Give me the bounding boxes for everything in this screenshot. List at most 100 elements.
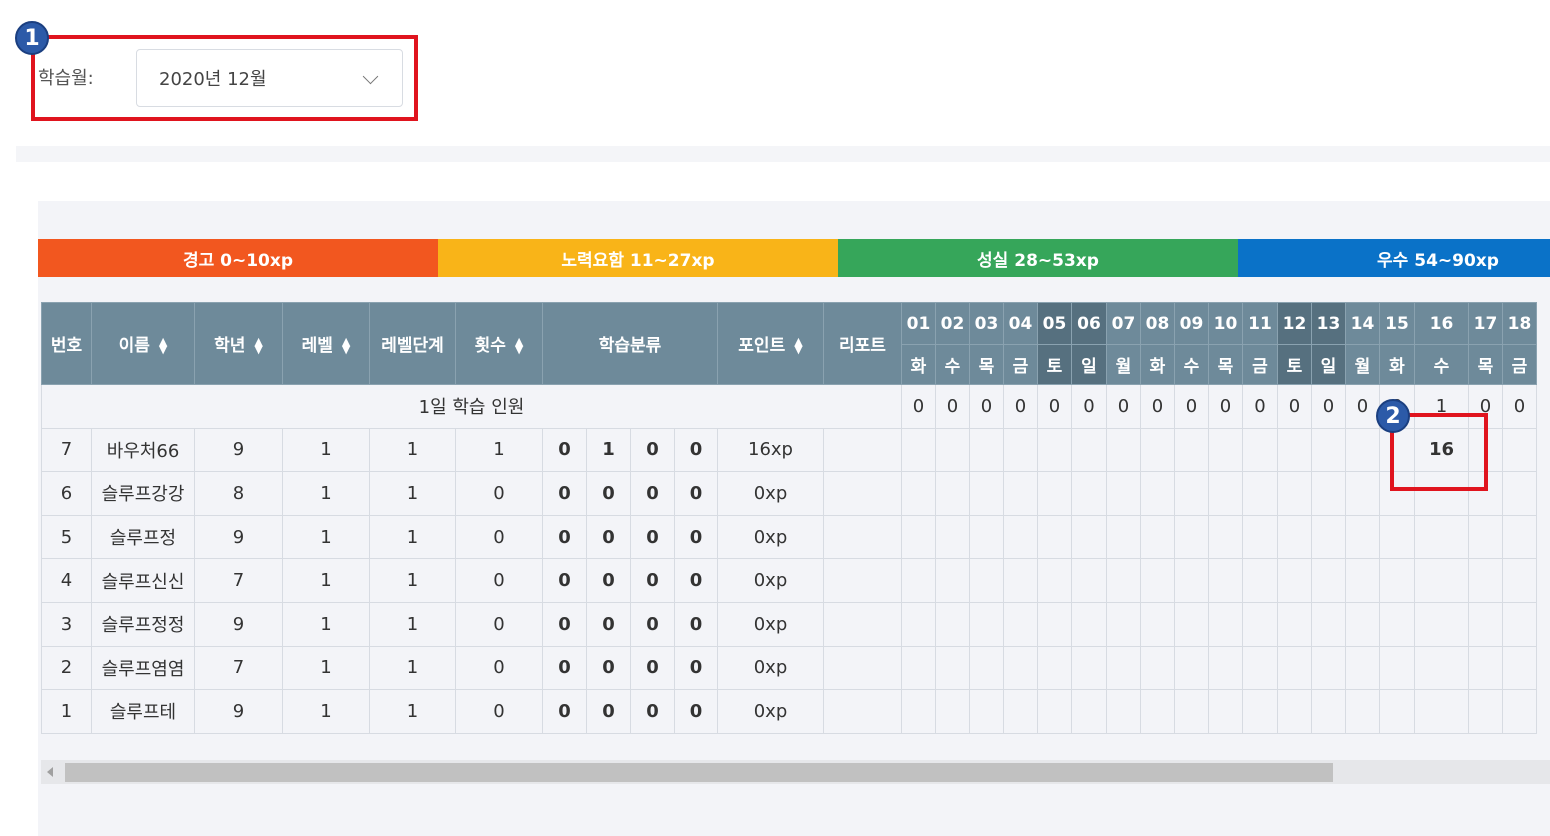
row-points: 0xp xyxy=(717,471,824,516)
row-level: 1 xyxy=(282,601,370,647)
day-cell xyxy=(1003,601,1038,647)
day-cell xyxy=(1277,558,1312,603)
header-name-label: 이름 xyxy=(118,336,150,356)
day-cell xyxy=(1208,645,1243,691)
category-cell: 0 xyxy=(542,689,587,734)
daily-count-cell: 0 xyxy=(1037,384,1072,429)
student-name-link[interactable]: 슬루프신신 xyxy=(91,558,195,603)
day-cell xyxy=(935,601,970,647)
header-name[interactable]: 이름 ▲ ▼ xyxy=(91,302,195,385)
day-cell xyxy=(901,558,936,603)
row-no: 1 xyxy=(41,689,92,734)
day-cell xyxy=(1345,645,1380,691)
day-cell xyxy=(1140,689,1175,734)
row-report[interactable] xyxy=(823,427,902,473)
day-cell xyxy=(1174,558,1209,603)
day-cell xyxy=(1311,471,1346,516)
day-cell xyxy=(1242,689,1278,734)
header-level-label: 레벨 xyxy=(301,336,333,356)
row-level-step: 1 xyxy=(369,689,456,734)
day-cell xyxy=(1037,601,1072,647)
header-points[interactable]: 포인트 ▲ ▼ xyxy=(717,302,824,385)
day-header: 05 xyxy=(1037,302,1072,345)
day-cell xyxy=(1208,427,1243,473)
day-cell xyxy=(1071,514,1107,560)
scrollbar-thumb[interactable] xyxy=(65,763,1333,782)
day-cell xyxy=(935,558,970,603)
day-cell xyxy=(1106,558,1141,603)
day-cell xyxy=(1071,427,1107,473)
student-name-link[interactable]: 바우처66 xyxy=(91,427,195,473)
sort-icon[interactable]: ▲ ▼ xyxy=(794,336,802,355)
weekday-header: 월 xyxy=(1345,344,1380,385)
day-cell xyxy=(1345,427,1380,473)
category-cell: 0 xyxy=(542,427,587,473)
day-cell xyxy=(1502,514,1537,560)
day-cell xyxy=(969,601,1004,647)
weekday-header: 토 xyxy=(1277,344,1312,385)
row-report[interactable] xyxy=(823,601,902,647)
day-header: 02 xyxy=(935,302,970,345)
row-report[interactable] xyxy=(823,471,902,516)
header-report: 리포트 xyxy=(823,302,902,385)
day-cell xyxy=(969,427,1004,473)
weekday-header: 토 xyxy=(1037,344,1072,385)
day-cell xyxy=(1140,514,1175,560)
day-cell xyxy=(901,689,936,734)
day-cell xyxy=(1311,601,1346,647)
day-cell xyxy=(1003,558,1038,603)
table-row: 2 슬루프염염 7 1 1 0 0 0 0 0 0xp xyxy=(41,645,1537,691)
sort-icon[interactable]: ▲ ▼ xyxy=(342,336,350,355)
row-report[interactable] xyxy=(823,558,902,603)
day-cell xyxy=(1208,471,1243,516)
row-grade: 9 xyxy=(194,601,283,647)
header-grade[interactable]: 학년 ▲ ▼ xyxy=(194,302,283,385)
student-name-link[interactable]: 슬루프정정 xyxy=(91,601,195,647)
day-cell xyxy=(1277,689,1312,734)
day-cell xyxy=(1037,471,1072,516)
weekday-header: 목 xyxy=(1208,344,1243,385)
row-report[interactable] xyxy=(823,689,902,734)
header-count[interactable]: 횟수 ▲ ▼ xyxy=(455,302,543,385)
day-cell xyxy=(1468,601,1503,647)
sort-icon[interactable]: ▲ ▼ xyxy=(159,336,167,355)
category-cell: 0 xyxy=(542,601,587,647)
category-cell: 0 xyxy=(674,558,718,603)
daily-count-cell: 0 xyxy=(901,384,936,429)
day-cell xyxy=(1174,471,1209,516)
row-report[interactable] xyxy=(823,514,902,560)
sort-icon[interactable]: ▲ ▼ xyxy=(515,336,523,355)
daily-count-cell: 0 xyxy=(1106,384,1141,429)
table-row: 4 슬루프신신 7 1 1 0 0 0 0 0 0xp xyxy=(41,558,1537,603)
category-cell: 0 xyxy=(542,558,587,603)
student-name-link[interactable]: 슬루프정 xyxy=(91,514,195,560)
scroll-left-icon[interactable] xyxy=(47,767,53,777)
row-grade: 7 xyxy=(194,645,283,691)
weekday-header: 수 xyxy=(935,344,970,385)
day-cell xyxy=(1345,471,1380,516)
day-cell xyxy=(1502,427,1537,473)
day-cell xyxy=(1311,427,1346,473)
row-points: 0xp xyxy=(717,558,824,603)
student-name-link[interactable]: 슬루프테 xyxy=(91,689,195,734)
row-count: 0 xyxy=(455,601,543,647)
attendance-table: 번호 이름 ▲ ▼ 학년 ▲ ▼ 레벨 ▲ ▼ 레벨단계 횟수 ▲ ▼ 학습분류 포인트 ▲ ▼ 리포트 01 02 03… xyxy=(41,302,1537,734)
horizontal-scrollbar[interactable] xyxy=(41,760,1550,784)
category-cell: 1 xyxy=(586,427,631,473)
row-report[interactable] xyxy=(823,645,902,691)
daily-count-cell: 0 xyxy=(1140,384,1175,429)
day-cell xyxy=(1311,514,1346,560)
header-level[interactable]: 레벨 ▲ ▼ xyxy=(282,302,370,385)
daily-count-cell: 0 xyxy=(1174,384,1209,429)
row-grade: 7 xyxy=(194,558,283,603)
row-count: 0 xyxy=(455,471,543,516)
row-level-step: 1 xyxy=(369,558,456,603)
day-cell xyxy=(1174,427,1209,473)
student-name-link[interactable]: 슬루프강강 xyxy=(91,471,195,516)
day-cell xyxy=(1379,514,1415,560)
day-cell xyxy=(1037,645,1072,691)
student-name-link[interactable]: 슬루프염염 xyxy=(91,645,195,691)
weekday-header: 금 xyxy=(1003,344,1038,385)
sort-icon[interactable]: ▲ ▼ xyxy=(254,336,262,355)
legend-bar: 경고 0~10xp 노력요함 11~27xp 성실 28~53xp 우수 54~90x… xyxy=(38,239,1550,277)
